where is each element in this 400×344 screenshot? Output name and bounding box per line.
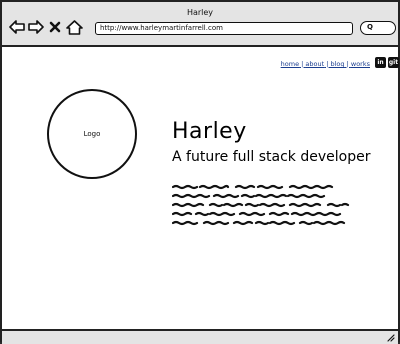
- window-title: Harley: [186, 8, 214, 17]
- close-x-icon[interactable]: [47, 18, 63, 36]
- search-field[interactable]: Q: [360, 21, 396, 35]
- nav-link-works[interactable]: works: [351, 60, 370, 68]
- hero-tagline: A future full stack developer: [172, 149, 371, 165]
- linkedin-icon[interactable]: in: [375, 57, 386, 68]
- search-icon: Q: [367, 23, 373, 31]
- logo-placeholder: Logo: [47, 89, 137, 179]
- logo-label: Logo: [83, 130, 101, 138]
- placeholder-text-block: [172, 184, 350, 226]
- github-icon[interactable]: git: [388, 57, 399, 68]
- browser-window: Harley http://www.harleymartinfarrell.co…: [0, 0, 400, 344]
- nav-link-about[interactable]: about: [305, 60, 324, 68]
- nav-link-home[interactable]: home: [281, 60, 299, 68]
- page-content: home | about | blog | works in git Logo …: [2, 47, 399, 329]
- home-icon[interactable]: [64, 18, 84, 36]
- resize-handle-icon[interactable]: [386, 333, 395, 342]
- hero-name: Harley: [172, 119, 247, 144]
- back-arrow-icon[interactable]: [8, 18, 26, 36]
- nav-link-blog[interactable]: blog: [331, 60, 345, 68]
- browser-toolbar: Harley http://www.harleymartinfarrell.co…: [2, 2, 398, 47]
- address-bar[interactable]: http://www.harleymartinfarrell.com: [95, 22, 353, 35]
- forward-arrow-icon[interactable]: [27, 18, 45, 36]
- nav-links: home | about | blog | works: [281, 60, 370, 68]
